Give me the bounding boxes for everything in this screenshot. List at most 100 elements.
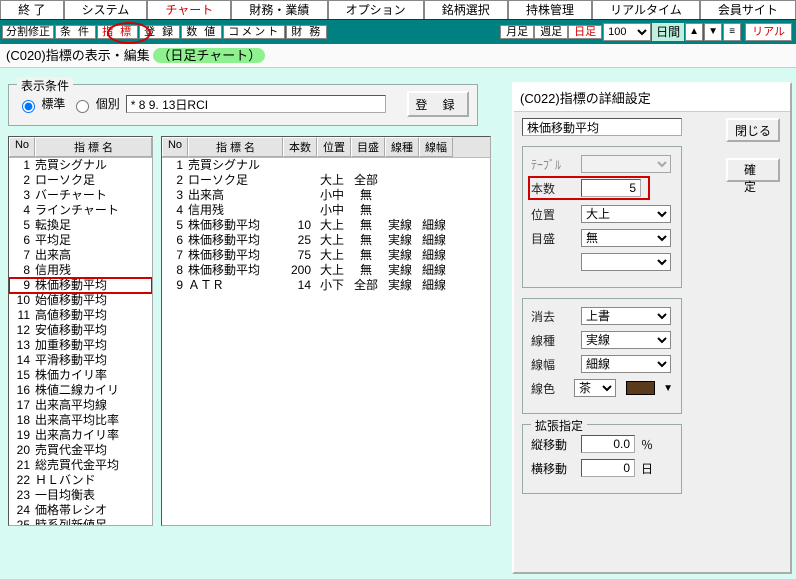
- sel-scale[interactable]: 無: [581, 229, 671, 247]
- close-button[interactable]: 閉じる: [726, 118, 780, 142]
- period-number[interactable]: 100: [603, 23, 651, 41]
- radio-individual[interactable]: 個別: [71, 95, 119, 113]
- input-vshift[interactable]: [581, 435, 635, 453]
- toolbar-btn-2[interactable]: 指 標: [97, 25, 138, 39]
- lbl-table: ﾃｰﾌﾞﾙ: [531, 156, 575, 173]
- detail-settings-dialog: (C022)指標の詳細設定 閉じる 確 定 ﾃｰﾌﾞﾙ 本数 位置大上 目盛無 …: [512, 82, 792, 574]
- list-item[interactable]: 17出来高平均線: [9, 398, 152, 413]
- main-tab-8[interactable]: 会員サイト: [700, 0, 796, 19]
- subtitle-highlight: （日足チャート）: [153, 48, 265, 63]
- list-item[interactable]: 23一目均衡表: [9, 488, 152, 503]
- param-box-2: 消去上書 線種実線 線幅細線 線色茶▼: [522, 298, 682, 414]
- col-no: No: [9, 137, 35, 157]
- table-row[interactable]: 1売買シグナル: [162, 158, 490, 173]
- main-tab-2[interactable]: チャート: [147, 0, 231, 19]
- period-up[interactable]: ▲: [685, 23, 703, 41]
- col-lw: 線幅: [419, 137, 453, 157]
- subtitle-code: (C020): [6, 48, 46, 63]
- realtime-button[interactable]: リアル: [745, 23, 792, 41]
- table-row[interactable]: 2ローソク足大上全部: [162, 173, 490, 188]
- toolbar: 分割修正条 件指 標登 録数 値コメント財 務 月足週足日足 100 日間 ▲ …: [0, 20, 796, 44]
- list-item[interactable]: 3バーチャート: [9, 188, 152, 203]
- table-row[interactable]: 7株価移動平均75大上無実線細線: [162, 248, 490, 263]
- list-item[interactable]: 18出来高平均比率: [9, 413, 152, 428]
- main-tab-4[interactable]: オプション: [328, 0, 424, 19]
- toolbar-btn-0[interactable]: 分割修正: [2, 25, 54, 39]
- period-menu[interactable]: ≡: [723, 23, 741, 41]
- toolbar-btn-5[interactable]: コメント: [223, 25, 285, 39]
- list-item[interactable]: 16株値二線カイリ: [9, 383, 152, 398]
- main-tab-0[interactable]: 終 了: [0, 0, 64, 19]
- list-item[interactable]: 21総売買代金平均: [9, 458, 152, 473]
- indicator-name-field[interactable]: [522, 118, 682, 136]
- list-item[interactable]: 12安値移動平均: [9, 323, 152, 338]
- list-item[interactable]: 2ローソク足: [9, 173, 152, 188]
- toolbar-btn-6[interactable]: 財 務: [286, 25, 327, 39]
- period-btn-2[interactable]: 日足: [568, 25, 602, 39]
- list-item[interactable]: 11高値移動平均: [9, 308, 152, 323]
- col-pos: 位置: [317, 137, 351, 157]
- display-conditions: 表示条件 標準 個別 登 録: [8, 84, 478, 126]
- toolbar-btn-3[interactable]: 登 録: [139, 25, 180, 39]
- input-hshift[interactable]: [581, 459, 635, 477]
- list-item[interactable]: 14平滑移動平均: [9, 353, 152, 368]
- color-swatch: [626, 381, 655, 395]
- main-tab-6[interactable]: 持株管理: [508, 0, 592, 19]
- list-item[interactable]: 8信用残: [9, 263, 152, 278]
- sel-blank[interactable]: [581, 253, 671, 271]
- main-tab-1[interactable]: システム: [64, 0, 148, 19]
- toolbar-btn-4[interactable]: 数 値: [181, 25, 222, 39]
- lbl-ltype: 線種: [531, 332, 575, 349]
- main-tab-7[interactable]: リアルタイム: [592, 0, 700, 19]
- list-item[interactable]: 25時系列新値足: [9, 518, 152, 526]
- main-tab-5[interactable]: 銘柄選択: [424, 0, 508, 19]
- list-item[interactable]: 24価格帯レシオ: [9, 503, 152, 518]
- indicator-master-list[interactable]: No 指 標 名 1売買シグナル2ローソク足3バーチャート4ラインチャート5転換…: [8, 136, 153, 526]
- param-box-1: ﾃｰﾌﾞﾙ 本数 位置大上 目盛無: [522, 146, 682, 288]
- list-item[interactable]: 9株価移動平均: [9, 278, 152, 293]
- condition-text[interactable]: [126, 95, 386, 113]
- dialog-title: (C022)指標の詳細設定: [514, 84, 790, 112]
- col-name: 指 標 名: [188, 137, 283, 157]
- list-item[interactable]: 13加重移動平均: [9, 338, 152, 353]
- confirm-button[interactable]: 確 定: [726, 158, 780, 182]
- register-button[interactable]: 登 録: [407, 91, 469, 117]
- list-item[interactable]: 19出来高カイリ率: [9, 428, 152, 443]
- dropdown-icon[interactable]: ▼: [663, 383, 673, 394]
- sel-ltype[interactable]: 実線: [581, 331, 671, 349]
- period-down[interactable]: ▼: [704, 23, 722, 41]
- col-bars: 本数: [283, 137, 317, 157]
- list-item[interactable]: 10始値移動平均: [9, 293, 152, 308]
- radio-standard[interactable]: 標準: [17, 95, 65, 113]
- main-tab-3[interactable]: 財務・業績: [231, 0, 327, 19]
- table-row[interactable]: 8株価移動平均200大上無実線細線: [162, 263, 490, 278]
- table-row[interactable]: 6株価移動平均25大上無実線細線: [162, 233, 490, 248]
- table-row[interactable]: 3出来高小中無: [162, 188, 490, 203]
- sel-lw[interactable]: 細線: [581, 355, 671, 373]
- table-row[interactable]: 4信用残小中無: [162, 203, 490, 218]
- sel-lc[interactable]: 茶: [574, 379, 616, 397]
- sel-pos[interactable]: 大上: [581, 205, 671, 223]
- period-btn-1[interactable]: 週足: [534, 25, 568, 39]
- period-group: 月足週足日足 100 日間 ▲ ▼ ≡: [500, 23, 741, 41]
- list-item[interactable]: 6平均足: [9, 233, 152, 248]
- table-row[interactable]: 5株価移動平均10大上無実線細線: [162, 218, 490, 233]
- indicator-config-list[interactable]: No 指 標 名 本数 位置 目盛 線種 線幅 1売買シグナル2ローソク足大上全…: [161, 136, 491, 526]
- list-item[interactable]: 5転換足: [9, 218, 152, 233]
- period-btn-0[interactable]: 月足: [500, 25, 534, 39]
- subtitle-text: 指標の表示・編集: [46, 48, 150, 63]
- lbl-lw: 線幅: [531, 356, 575, 373]
- list-item[interactable]: 4ラインチャート: [9, 203, 152, 218]
- toolbar-btn-1[interactable]: 条 件: [55, 25, 96, 39]
- lbl-hshift: 横移動: [531, 460, 575, 477]
- period-unit: 日間: [652, 23, 684, 41]
- input-bars[interactable]: [581, 179, 641, 197]
- col-no: No: [162, 137, 188, 157]
- list-item[interactable]: 7出来高: [9, 248, 152, 263]
- list-item[interactable]: 15株価カイリ率: [9, 368, 152, 383]
- list-item[interactable]: 1売買シグナル: [9, 158, 152, 173]
- list-item[interactable]: 22ＨＬバンド: [9, 473, 152, 488]
- sel-erase[interactable]: 上書: [581, 307, 671, 325]
- table-row[interactable]: 9ＡＴＲ14小下全部実線細線: [162, 278, 490, 293]
- list-item[interactable]: 20売買代金平均: [9, 443, 152, 458]
